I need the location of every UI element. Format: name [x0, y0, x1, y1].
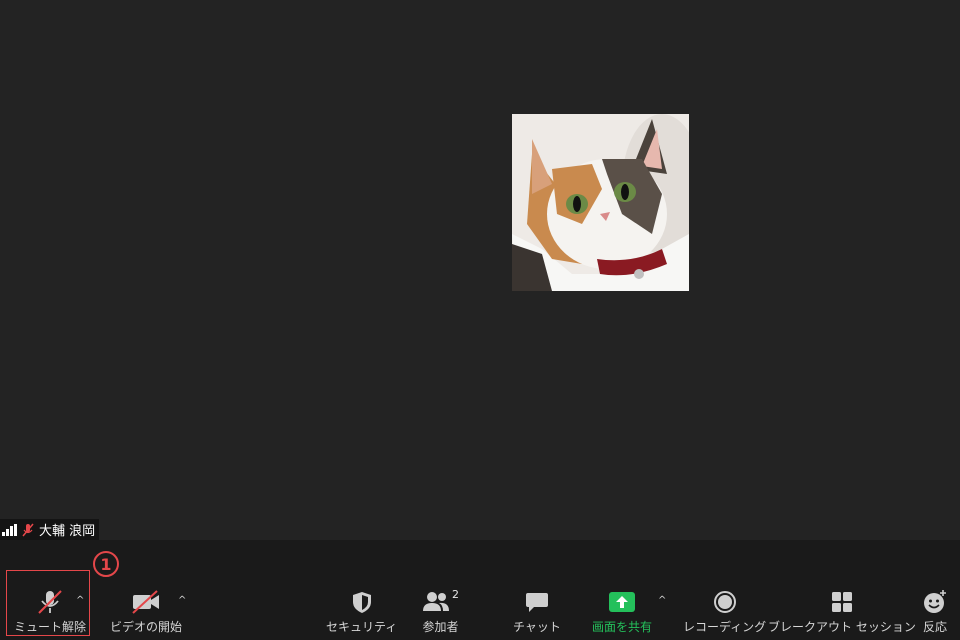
security-button[interactable]: セキュリティ — [326, 588, 397, 635]
signal-icon — [2, 523, 17, 536]
share-screen-icon — [609, 592, 635, 612]
cat-photo — [512, 114, 689, 291]
callout-highlight-box — [6, 570, 90, 636]
caret-up-icon[interactable]: ^ — [658, 595, 666, 606]
participants-count: 2 — [452, 588, 459, 601]
recording-button[interactable]: レコーディング — [683, 588, 766, 635]
record-icon — [713, 591, 736, 613]
reactions-button[interactable]: 反応 — [922, 588, 948, 635]
breakout-grid-icon — [831, 592, 852, 612]
participant-name: 大輔 浪岡 — [39, 524, 96, 539]
participant-profile-photo — [512, 114, 689, 291]
caret-up-icon[interactable]: ^ — [178, 595, 186, 606]
recording-label: レコーディング — [683, 620, 767, 634]
video-stage — [0, 0, 960, 540]
share-screen-button[interactable]: 画面を共有 — [592, 588, 652, 635]
security-label: セキュリティ — [326, 620, 398, 634]
participant-name-tag: 大輔 浪岡 — [0, 519, 100, 540]
reaction-icon — [924, 590, 946, 613]
participants-icon — [423, 592, 449, 611]
mic-muted-icon — [22, 523, 34, 536]
share-screen-label: 画面を共有 — [592, 620, 653, 634]
participants-label: 参加者 — [422, 620, 459, 634]
shield-icon — [352, 592, 371, 613]
meeting-toolbar: ミュート解除 ^ ビデオの開始 ^ セキュリティ 2 参加者 チャット 画面を共… — [0, 540, 960, 640]
breakout-sessions-button[interactable]: ブレークアウト セッション — [768, 588, 916, 635]
start-video-label: ビデオの開始 — [110, 620, 183, 634]
video-off-icon — [132, 590, 159, 614]
participants-button[interactable]: 2 参加者 — [422, 588, 459, 635]
chat-icon — [525, 593, 548, 612]
callout-number-badge: 1 — [93, 551, 119, 577]
start-video-button[interactable]: ビデオの開始 — [110, 588, 182, 635]
reactions-label: 反応 — [922, 620, 947, 634]
chat-button[interactable]: チャット — [513, 588, 561, 635]
breakout-label: ブレークアウト セッション — [768, 620, 916, 634]
chat-label: チャット — [513, 620, 561, 634]
